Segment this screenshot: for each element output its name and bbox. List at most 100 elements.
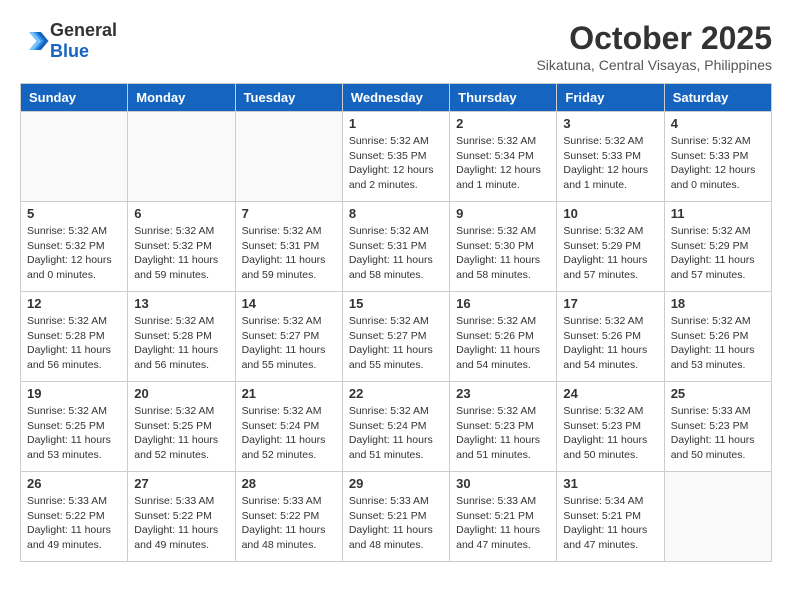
calendar-cell: [128, 112, 235, 202]
calendar-cell: 6 Sunrise: 5:32 AM Sunset: 5:32 PM Daylig…: [128, 202, 235, 292]
calendar-cell: 14 Sunrise: 5:32 AM Sunset: 5:27 PM Dayli…: [235, 292, 342, 382]
calendar-cell: 4Sunrise: 5:32 AM Sunset: 5:33 PM Daylig…: [664, 112, 771, 202]
week-row-4: 19 Sunrise: 5:32 AM Sunset: 5:25 PM Dayli…: [21, 382, 772, 472]
week-row-5: 26 Sunrise: 5:33 AM Sunset: 5:22 PM Dayli…: [21, 472, 772, 562]
calendar-cell: 28Sunrise: 5:33 AM Sunset: 5:22 PM Dayli…: [235, 472, 342, 562]
calendar-table: SundayMondayTuesdayWednesdayThursdayFrid…: [20, 83, 772, 562]
day-detail: Sunrise: 5:33 AM Sunset: 5:21 PM Dayligh…: [456, 494, 550, 553]
calendar-cell: 17Sunrise: 5:32 AM Sunset: 5:26 PM Dayli…: [557, 292, 664, 382]
calendar-cell: 15 Sunrise: 5:32 AM Sunset: 5:27 PM Dayli…: [342, 292, 449, 382]
day-number: 19: [27, 386, 121, 401]
calendar-cell: [21, 112, 128, 202]
calendar-cell: 9 Sunrise: 5:32 AM Sunset: 5:30 PM Daylig…: [450, 202, 557, 292]
day-detail: Sunrise: 5:32 AM Sunset: 5:28 PM Dayligh…: [134, 314, 228, 373]
calendar-cell: 25 Sunrise: 5:33 AM Sunset: 5:23 PM Dayli…: [664, 382, 771, 472]
calendar-cell: 26 Sunrise: 5:33 AM Sunset: 5:22 PM Dayli…: [21, 472, 128, 562]
day-detail: Sunrise: 5:32 AM Sunset: 5:29 PM Dayligh…: [671, 224, 765, 283]
day-detail: Sunrise: 5:33 AM Sunset: 5:23 PM Dayligh…: [671, 404, 765, 463]
day-number: 26: [27, 476, 121, 491]
calendar-cell: 3Sunrise: 5:32 AM Sunset: 5:33 PM Daylig…: [557, 112, 664, 202]
day-detail: Sunrise: 5:32 AM Sunset: 5:31 PM Dayligh…: [349, 224, 443, 283]
day-detail: Sunrise: 5:32 AM Sunset: 5:27 PM Dayligh…: [349, 314, 443, 373]
location-title: Sikatuna, Central Visayas, Philippines: [536, 57, 772, 73]
calendar-cell: 24Sunrise: 5:32 AM Sunset: 5:23 PM Dayli…: [557, 382, 664, 472]
weekday-header-wednesday: Wednesday: [342, 84, 449, 112]
calendar-cell: 21Sunrise: 5:32 AM Sunset: 5:24 PM Dayli…: [235, 382, 342, 472]
day-detail: Sunrise: 5:32 AM Sunset: 5:30 PM Dayligh…: [456, 224, 550, 283]
calendar-cell: 29 Sunrise: 5:33 AM Sunset: 5:21 PM Dayli…: [342, 472, 449, 562]
day-number: 3: [563, 116, 657, 131]
day-number: 25: [671, 386, 765, 401]
weekday-header-saturday: Saturday: [664, 84, 771, 112]
day-detail: Sunrise: 5:32 AM Sunset: 5:25 PM Dayligh…: [27, 404, 121, 463]
day-number: 16: [456, 296, 550, 311]
title-area: October 2025 Sikatuna, Central Visayas, …: [536, 20, 772, 73]
day-detail: Sunrise: 5:32 AM Sunset: 5:29 PM Dayligh…: [563, 224, 657, 283]
day-number: 7: [242, 206, 336, 221]
calendar-cell: 1 Sunrise: 5:32 AM Sunset: 5:35 PM Daylig…: [342, 112, 449, 202]
day-detail: Sunrise: 5:32 AM Sunset: 5:23 PM Dayligh…: [563, 404, 657, 463]
day-number: 21: [242, 386, 336, 401]
calendar-cell: 11Sunrise: 5:32 AM Sunset: 5:29 PM Dayli…: [664, 202, 771, 292]
day-number: 23: [456, 386, 550, 401]
calendar-cell: 12Sunrise: 5:32 AM Sunset: 5:28 PM Dayli…: [21, 292, 128, 382]
calendar-cell: 16 Sunrise: 5:32 AM Sunset: 5:26 PM Dayli…: [450, 292, 557, 382]
day-detail: Sunrise: 5:32 AM Sunset: 5:24 PM Dayligh…: [349, 404, 443, 463]
day-detail: Sunrise: 5:32 AM Sunset: 5:26 PM Dayligh…: [456, 314, 550, 373]
day-number: 1: [349, 116, 443, 131]
weekday-header-monday: Monday: [128, 84, 235, 112]
calendar-cell: 27Sunrise: 5:33 AM Sunset: 5:22 PM Dayli…: [128, 472, 235, 562]
weekday-header-friday: Friday: [557, 84, 664, 112]
calendar-cell: 8 Sunrise: 5:32 AM Sunset: 5:31 PM Daylig…: [342, 202, 449, 292]
week-row-1: 1 Sunrise: 5:32 AM Sunset: 5:35 PM Daylig…: [21, 112, 772, 202]
day-number: 4: [671, 116, 765, 131]
week-row-3: 12 Sunrise: 5:32 AM Sunset: 5:28 PM Dayli…: [21, 292, 772, 382]
day-detail: Sunrise: 5:32 AM Sunset: 5:25 PM Dayligh…: [134, 404, 228, 463]
day-number: 6: [134, 206, 228, 221]
calendar-cell: 5 Sunrise: 5:32 AM Sunset: 5:32 PM Daylig…: [21, 202, 128, 292]
day-detail: Sunrise: 5:32 AM Sunset: 5:34 PM Dayligh…: [456, 134, 550, 193]
calendar-cell: 22 Sunrise: 5:32 AM Sunset: 5:24 PM Dayli…: [342, 382, 449, 472]
day-number: 28: [242, 476, 336, 491]
day-number: 14: [242, 296, 336, 311]
day-number: 10: [563, 206, 657, 221]
day-number: 8: [349, 206, 443, 221]
header: General Blue October 2025 Sikatuna, Cent…: [20, 20, 772, 73]
month-title: October 2025: [536, 20, 772, 57]
calendar-cell: 31 Sunrise: 5:34 AM Sunset: 5:21 PM Dayli…: [557, 472, 664, 562]
logo: General Blue: [20, 20, 117, 62]
day-number: 5: [27, 206, 121, 221]
day-detail: Sunrise: 5:33 AM Sunset: 5:21 PM Dayligh…: [349, 494, 443, 553]
day-number: 20: [134, 386, 228, 401]
day-number: 29: [349, 476, 443, 491]
calendar-cell: 23Sunrise: 5:32 AM Sunset: 5:23 PM Dayli…: [450, 382, 557, 472]
day-detail: Sunrise: 5:33 AM Sunset: 5:22 PM Dayligh…: [27, 494, 121, 553]
day-number: 17: [563, 296, 657, 311]
day-number: 31: [563, 476, 657, 491]
weekday-header-thursday: Thursday: [450, 84, 557, 112]
day-detail: Sunrise: 5:32 AM Sunset: 5:27 PM Dayligh…: [242, 314, 336, 373]
logo-general: General: [50, 20, 117, 40]
day-number: 15: [349, 296, 443, 311]
day-number: 9: [456, 206, 550, 221]
day-number: 22: [349, 386, 443, 401]
weekday-header-row: SundayMondayTuesdayWednesdayThursdayFrid…: [21, 84, 772, 112]
day-detail: Sunrise: 5:32 AM Sunset: 5:32 PM Dayligh…: [27, 224, 121, 283]
day-number: 30: [456, 476, 550, 491]
week-row-2: 5 Sunrise: 5:32 AM Sunset: 5:32 PM Daylig…: [21, 202, 772, 292]
weekday-header-tuesday: Tuesday: [235, 84, 342, 112]
calendar-cell: 7 Sunrise: 5:32 AM Sunset: 5:31 PM Daylig…: [235, 202, 342, 292]
weekday-header-sunday: Sunday: [21, 84, 128, 112]
day-detail: Sunrise: 5:33 AM Sunset: 5:22 PM Dayligh…: [134, 494, 228, 553]
day-detail: Sunrise: 5:32 AM Sunset: 5:32 PM Dayligh…: [134, 224, 228, 283]
logo-blue: Blue: [50, 41, 89, 61]
day-detail: Sunrise: 5:32 AM Sunset: 5:35 PM Dayligh…: [349, 134, 443, 193]
general-blue-icon: [20, 26, 50, 56]
day-number: 12: [27, 296, 121, 311]
day-number: 13: [134, 296, 228, 311]
day-detail: Sunrise: 5:32 AM Sunset: 5:31 PM Dayligh…: [242, 224, 336, 283]
calendar-cell: 30 Sunrise: 5:33 AM Sunset: 5:21 PM Dayli…: [450, 472, 557, 562]
calendar-cell: 18Sunrise: 5:32 AM Sunset: 5:26 PM Dayli…: [664, 292, 771, 382]
day-detail: Sunrise: 5:34 AM Sunset: 5:21 PM Dayligh…: [563, 494, 657, 553]
calendar-cell: [235, 112, 342, 202]
